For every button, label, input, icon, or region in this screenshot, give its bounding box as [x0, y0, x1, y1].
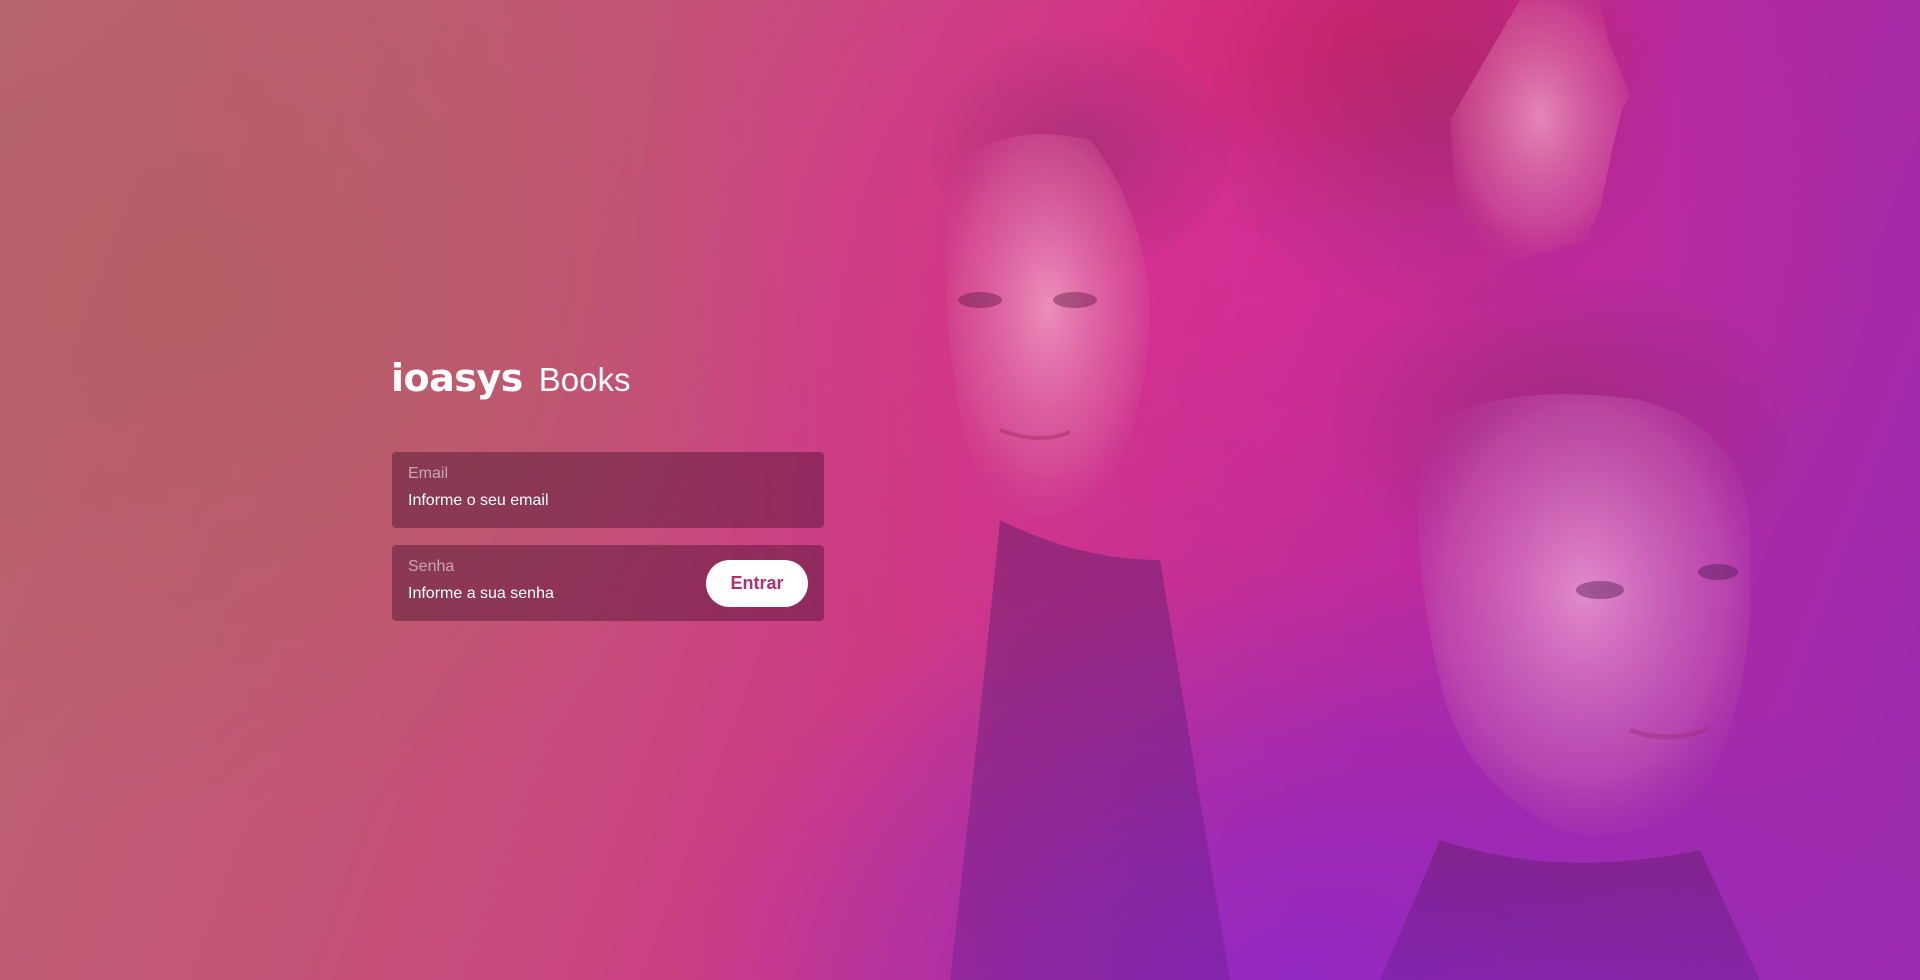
woman-portrait-2	[1330, 270, 1790, 980]
background-portraits-image	[930, 0, 1790, 980]
password-input[interactable]	[408, 584, 708, 604]
app-logo: ioasys Books	[391, 356, 631, 400]
login-submit-button[interactable]: Entrar	[706, 560, 808, 607]
logo-brand-text: ioasys	[391, 356, 523, 400]
man-portrait	[1210, 0, 1670, 310]
email-field[interactable]: Email	[392, 452, 824, 528]
woman-portrait-1	[930, 30, 1230, 980]
password-field[interactable]: Senha Entrar	[392, 545, 824, 621]
logo-product-text: Books	[538, 361, 631, 398]
email-input[interactable]	[408, 491, 708, 511]
email-label: Email	[408, 465, 449, 482]
